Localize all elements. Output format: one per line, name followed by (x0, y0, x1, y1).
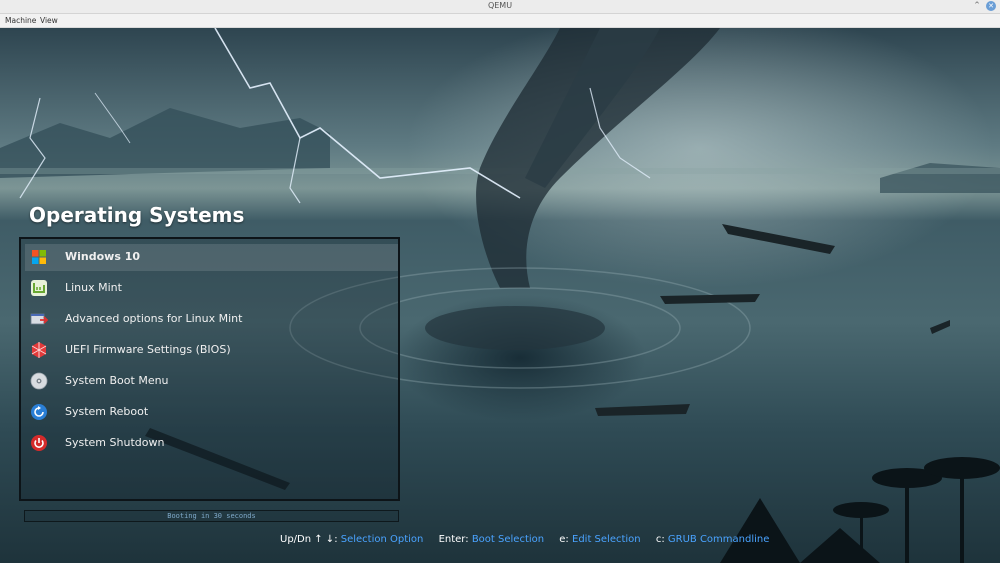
windows-icon (32, 250, 46, 264)
help-cmd-key: c: (655, 534, 665, 545)
minimize-icon[interactable]: ⌃ (972, 1, 982, 11)
menu-view[interactable]: View (40, 16, 58, 25)
boot-countdown-bar: Booting in 30 seconds (24, 510, 399, 522)
window-title: QEMU (487, 1, 513, 10)
close-icon[interactable]: ✕ (986, 1, 996, 11)
help-nav-key: Up/Dn ↑ ↓: (280, 534, 338, 545)
help-edit-key: e: (559, 534, 569, 545)
menubar: Machine View (0, 14, 1000, 28)
uefi-firmware-icon (31, 342, 47, 358)
boot-entry-label: UEFI Firmware Settings (BIOS) (65, 343, 231, 356)
countdown-text: Booting in 30 seconds (167, 512, 256, 520)
boot-menu: Windows 10 Linux Mint Advanced options f… (19, 237, 400, 501)
power-icon (31, 435, 47, 451)
boot-entry-linux-mint[interactable]: Linux Mint (25, 275, 398, 302)
guest-screen[interactable]: Operating Systems Windows 10 Linux Mint (0, 28, 1000, 563)
boot-entry-label: Advanced options for Linux Mint (65, 312, 243, 325)
menu-heading: Operating Systems (29, 203, 245, 227)
boot-entry-uefi-firmware[interactable]: UEFI Firmware Settings (BIOS) (25, 337, 398, 364)
boot-entry-system-boot-menu[interactable]: System Boot Menu (25, 368, 398, 395)
help-bar: Up/Dn ↑ ↓: Selection Option Enter: Boot … (280, 534, 769, 545)
boot-entry-label: System Boot Menu (65, 374, 169, 387)
advanced-options-icon (30, 313, 48, 325)
help-edit-action: Edit Selection (572, 534, 641, 545)
boot-disc-icon (30, 372, 48, 390)
boot-entry-system-reboot[interactable]: System Reboot (25, 399, 398, 426)
boot-entry-windows-10[interactable]: Windows 10 (25, 244, 398, 271)
help-enter-key: Enter: (438, 534, 469, 545)
window-titlebar: QEMU ⌃ ✕ (0, 0, 1000, 14)
boot-entry-label: System Shutdown (65, 436, 165, 449)
linux-mint-icon (31, 280, 47, 296)
boot-entry-label: Windows 10 (65, 250, 141, 263)
boot-entry-advanced-linux-mint[interactable]: Advanced options for Linux Mint (25, 306, 398, 333)
menu-machine[interactable]: Machine (5, 16, 36, 25)
help-enter-action: Boot Selection (471, 534, 545, 545)
help-nav-action: Selection Option (340, 534, 424, 545)
boot-entry-label: Linux Mint (65, 281, 122, 294)
boot-entry-system-shutdown[interactable]: System Shutdown (25, 430, 398, 457)
reboot-icon (31, 404, 47, 420)
help-cmd-action: GRUB Commandline (667, 534, 770, 545)
boot-entry-label: System Reboot (65, 405, 149, 418)
